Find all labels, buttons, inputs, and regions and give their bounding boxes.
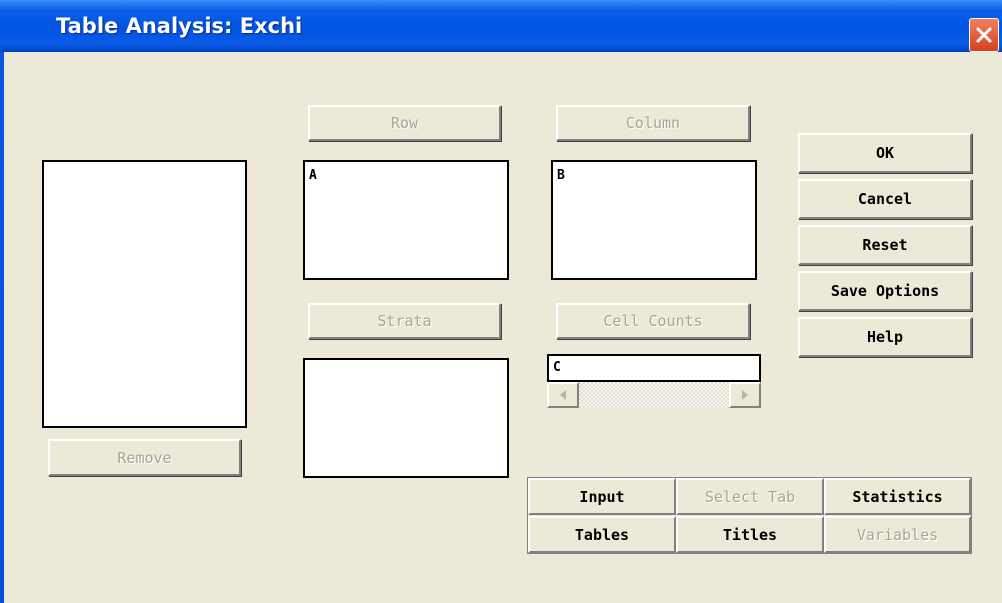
- save-options-button[interactable]: Save Options: [798, 271, 972, 311]
- column-list[interactable]: B: [551, 160, 757, 280]
- scroll-track[interactable]: [579, 382, 729, 408]
- arrow-left-icon: [560, 390, 566, 400]
- tab-select-tab[interactable]: Select Tab: [676, 478, 824, 515]
- dialog-window: Table Analysis: Exchi Remove Row A Colum…: [0, 0, 1002, 603]
- help-button[interactable]: Help: [798, 317, 972, 357]
- strata-list[interactable]: [303, 358, 509, 478]
- row-list-item[interactable]: A: [309, 168, 507, 183]
- column-button[interactable]: Column: [556, 105, 750, 141]
- close-icon: [976, 27, 992, 43]
- scroll-right-button[interactable]: [729, 382, 761, 408]
- tab-tables[interactable]: Tables: [528, 516, 676, 553]
- row-button[interactable]: Row: [308, 105, 501, 141]
- row-list[interactable]: A: [303, 160, 509, 280]
- variables-list[interactable]: [42, 160, 247, 428]
- cell-counts-button[interactable]: Cell Counts: [556, 303, 750, 339]
- dialog-body: Remove Row A Column B Strata Cell Counts…: [4, 52, 1002, 603]
- scroll-left-button[interactable]: [547, 382, 579, 408]
- tab-titles[interactable]: Titles: [676, 516, 824, 553]
- window-title: Table Analysis: Exchi: [56, 14, 303, 38]
- tab-input[interactable]: Input: [528, 478, 676, 515]
- cell-counts-value[interactable]: C: [547, 354, 761, 382]
- reset-button[interactable]: Reset: [798, 225, 972, 265]
- cell-counts-field[interactable]: C: [547, 354, 761, 410]
- tab-panel: Input Select Tab Statistics Tables Title…: [527, 477, 972, 554]
- strata-button[interactable]: Strata: [308, 303, 501, 339]
- title-bar[interactable]: Table Analysis: Exchi: [0, 0, 1002, 52]
- cancel-button[interactable]: Cancel: [798, 179, 972, 219]
- tab-statistics[interactable]: Statistics: [824, 478, 971, 515]
- arrow-right-icon: [742, 390, 748, 400]
- ok-button[interactable]: OK: [798, 133, 972, 173]
- remove-button[interactable]: Remove: [48, 439, 241, 476]
- close-button[interactable]: [969, 18, 999, 52]
- tab-variables[interactable]: Variables: [824, 516, 971, 553]
- column-list-item[interactable]: B: [557, 168, 755, 183]
